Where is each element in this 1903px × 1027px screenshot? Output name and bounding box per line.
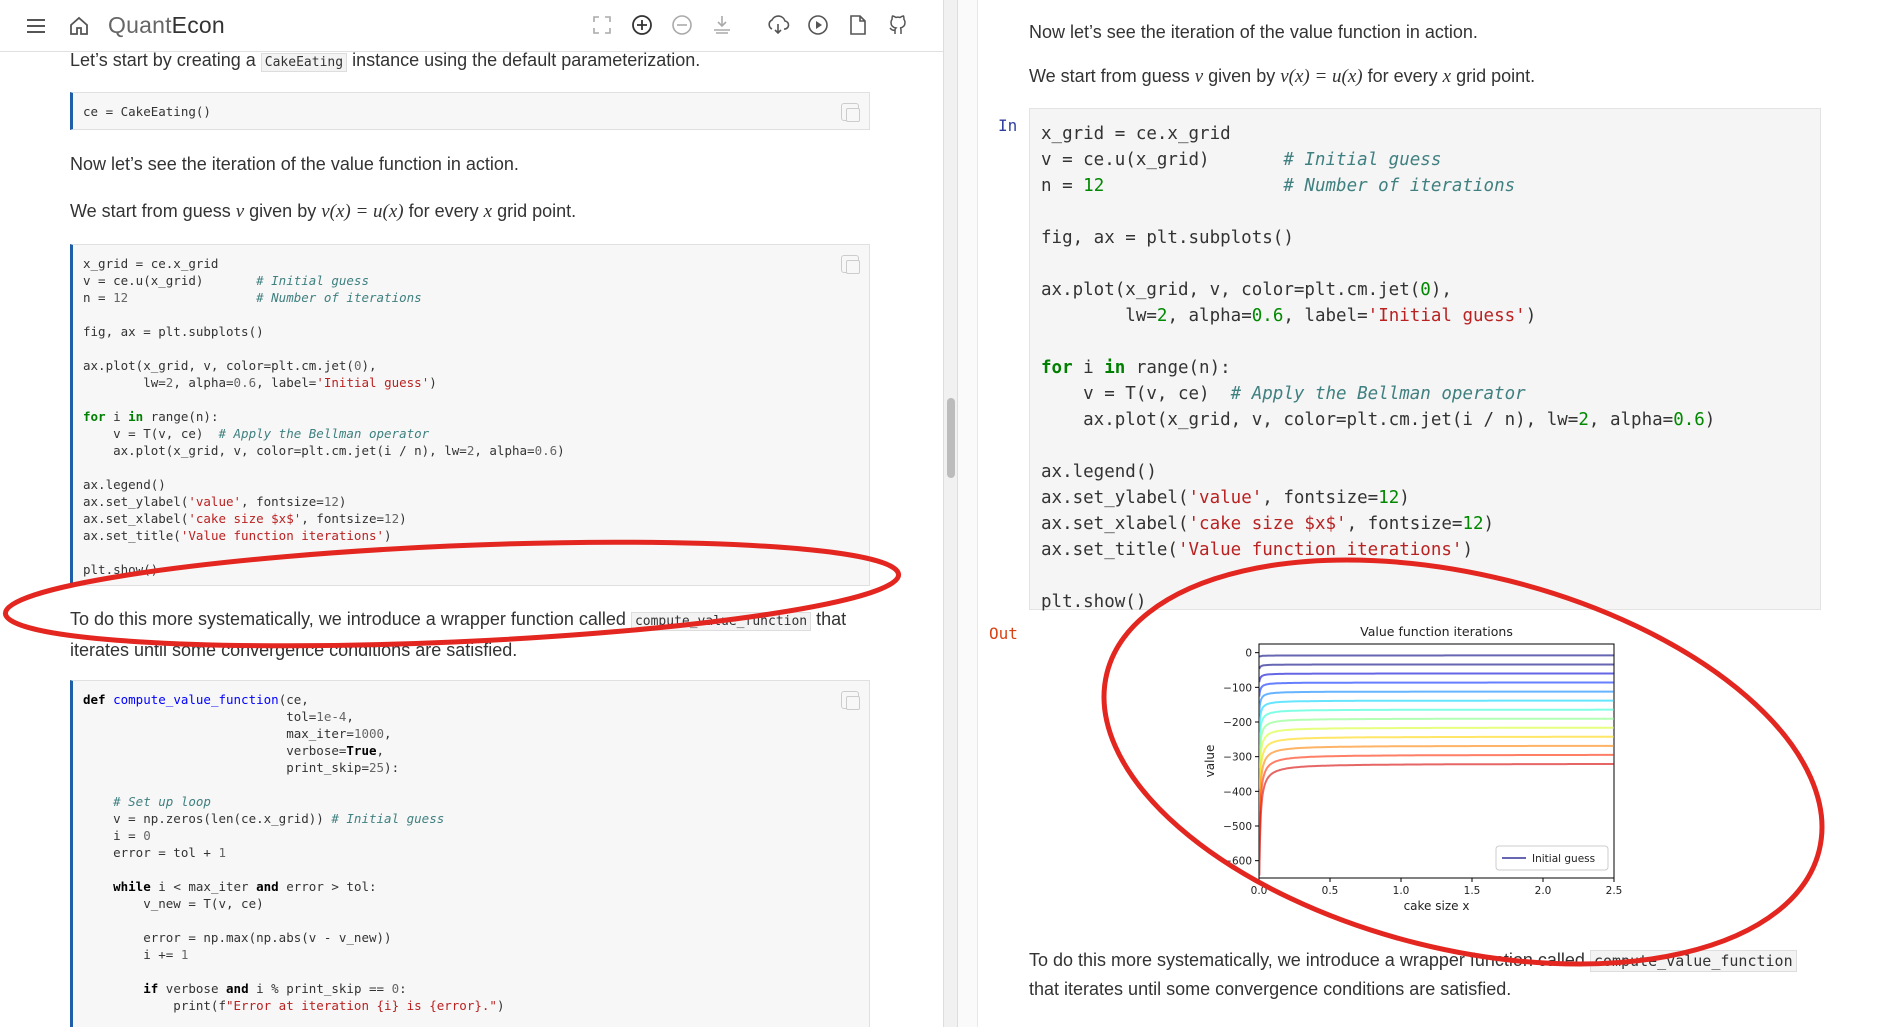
x-tick-label: 2.0 [1535,885,1552,897]
right-code-cell[interactable]: x_grid = ce.x_grid v = ce.u(x_grid) # In… [1029,108,1821,612]
download-icon[interactable] [763,10,793,40]
y-tick-label: 0 [1245,648,1252,660]
y-axis-label: value [1203,745,1217,778]
right-paragraph-iteration: Now let’s see the iteration of the value… [1029,22,1478,42]
top-toolbar: QuantEcon [0,0,943,52]
inline-code: compute_value_function [630,612,812,631]
chart-container: 0.0 0.5 1.0 1.5 2.0 2.5 0 −100 −200 −300 −400 −500 −… [1179,622,1639,932]
inline-code: CakeEating [260,53,348,72]
code-cell-value-iteration[interactable]: x_grid = ce.x_grid v = ce.u(x_grid) # In… [70,244,870,586]
copy-icon[interactable] [841,103,860,122]
legend-label: Initial guess [1532,853,1595,865]
file-icon[interactable] [843,10,873,40]
fullscreen-icon[interactable] [587,10,617,40]
y-tick-label: −400 [1223,786,1252,798]
y-tick-label: −200 [1223,717,1252,729]
toolbar-actions [587,10,913,40]
paragraph-wrapper: To do this more systematically, we intro… [70,609,847,660]
y-tick-label: −100 [1223,682,1252,694]
site-logo[interactable]: QuantEcon [108,12,225,39]
plus-icon[interactable] [627,10,657,40]
right-paragraph-guess: We start from guess v given by v(x) = u(… [1029,66,1536,87]
launch-icon[interactable] [707,10,737,40]
x-tick-label: 1.0 [1393,885,1410,897]
input-prompt: In [998,116,1018,135]
play-icon[interactable] [803,10,833,40]
x-tick-label: 1.5 [1464,885,1481,897]
code-cell-create[interactable]: ce = CakeEating() [70,92,870,130]
paragraph-iteration: Now let’s see the iteration of the value… [70,154,519,174]
scrollbar-thumb[interactable] [947,398,955,478]
x-tick-label: 2.5 [1606,885,1623,897]
x-tick-label: 0.0 [1251,885,1268,897]
value-function-chart: 0.0 0.5 1.0 1.5 2.0 2.5 0 −100 −200 −300 −400 −500 −… [1203,624,1623,913]
minus-icon[interactable] [667,10,697,40]
y-tick-label: −600 [1223,856,1252,868]
copy-icon[interactable] [841,691,860,710]
output-prompt: Out [989,624,1018,643]
chart-title: Value function iterations [1360,624,1513,639]
pane-divider [958,0,978,1027]
paragraph-guess: We start from guess v given by v(x) = u(… [70,201,577,222]
copy-icon[interactable] [841,255,860,274]
y-tick-label: −300 [1223,752,1252,764]
left-scrollbar[interactable] [943,0,958,1027]
home-icon[interactable] [64,11,94,41]
right-pane: Now let’s see the iteration of the value… [979,0,1903,1027]
code-cell-compute-value-function[interactable]: def compute_value_function(ce, tol=1e-4,… [70,680,870,1027]
inline-code: compute_value_function [1589,950,1797,972]
x-axis-label: cake size x [1404,899,1470,913]
screen: QuantEcon Let’s start by creating a Cake… [0,0,1903,1027]
x-tick-label: 0.5 [1322,885,1339,897]
menu-icon[interactable] [22,11,52,41]
left-pane: QuantEcon Let’s start by creating a Cake… [0,0,943,1027]
y-tick-label: −500 [1223,821,1252,833]
plot-area [1258,643,1615,879]
github-icon[interactable] [883,10,913,40]
right-paragraph-wrapper: To do this more systematically, we intro… [1029,946,1889,1003]
